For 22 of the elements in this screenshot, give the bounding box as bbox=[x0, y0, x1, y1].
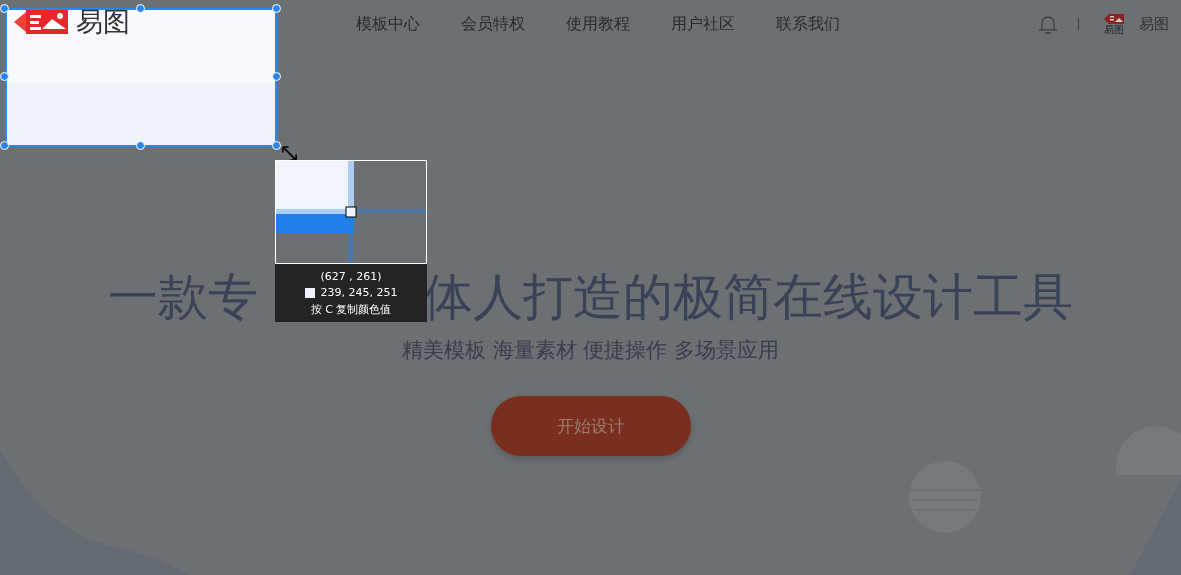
user-name[interactable]: 易图 bbox=[1139, 14, 1169, 34]
cursor-coordinates: (627 , 261) bbox=[320, 270, 382, 283]
resize-cursor-icon bbox=[281, 145, 298, 162]
selection-frame[interactable] bbox=[5, 8, 277, 147]
logo-icon bbox=[14, 9, 68, 35]
resize-handle[interactable] bbox=[0, 4, 9, 13]
resize-handle[interactable] bbox=[272, 141, 281, 150]
nav-link[interactable]: 使用教程 bbox=[566, 13, 630, 35]
resize-handle[interactable] bbox=[0, 141, 9, 150]
resize-handle[interactable] bbox=[136, 4, 145, 13]
nav-link[interactable]: 联系我们 bbox=[776, 13, 840, 35]
nav-link[interactable]: 模板中心 bbox=[356, 13, 420, 35]
copy-hint: 按 C 复制颜色值 bbox=[310, 302, 392, 317]
logo-text[interactable]: 易图 bbox=[76, 4, 130, 40]
start-design-button[interactable]: 开始设计 bbox=[490, 396, 691, 456]
nav-link[interactable]: 用户社区 bbox=[671, 13, 735, 35]
color-value: 239, 245, 251 bbox=[320, 286, 398, 299]
resize-handle[interactable] bbox=[0, 72, 9, 81]
nav-link[interactable]: 会员特权 bbox=[461, 13, 525, 35]
resize-handle[interactable] bbox=[136, 141, 145, 150]
resize-handle[interactable] bbox=[272, 72, 281, 81]
resize-handle[interactable] bbox=[272, 4, 281, 13]
